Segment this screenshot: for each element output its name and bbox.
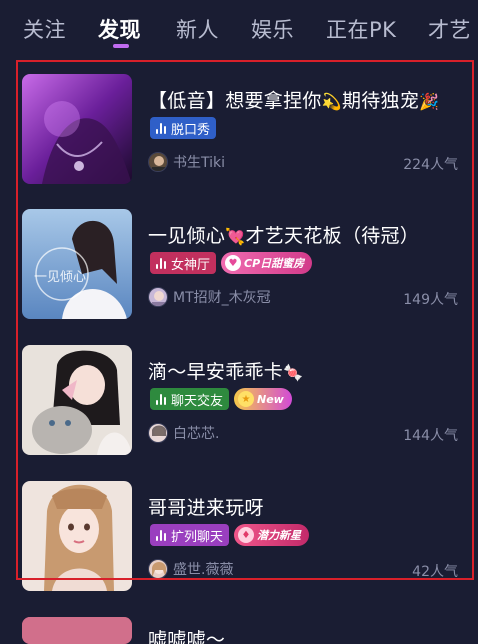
sound-bars-icon: [156, 529, 166, 541]
room-tags: 脱口秀: [150, 117, 217, 139]
category-tag: 脱口秀: [150, 117, 217, 139]
host-info: 盛世.薇薇: [148, 559, 233, 579]
room-title: 一见倾心💘才艺天花板（待冠）: [148, 225, 420, 247]
thumbnail-overlay-text: 一见倾心: [34, 270, 86, 285]
room-title: 滴～早安乖乖卡🍬: [148, 361, 304, 383]
room-badge: ♦ 潜力新星: [234, 524, 310, 546]
room-thumbnail: [22, 74, 132, 184]
category-tag: 聊天交友: [150, 388, 230, 410]
room-thumbnail: 一见倾心: [22, 209, 132, 319]
room-card[interactable]: 滴～早安乖乖卡🍬 聊天交友 ★ New 白芯芯. 144人气: [0, 345, 478, 465]
popularity-count: 42人气: [412, 564, 458, 580]
category-tag: 女神厅: [150, 252, 217, 274]
room-tags: 扩列聊天 ♦ 潜力新星: [150, 524, 310, 546]
avatar: [148, 287, 168, 307]
sound-bars-icon: [156, 257, 166, 269]
room-title: 哥哥进来玩呀: [148, 497, 264, 519]
room-thumbnail: [22, 345, 132, 455]
sound-bars-icon: [156, 122, 166, 134]
avatar: [148, 423, 168, 443]
room-card[interactable]: 一见倾心 一见倾心💘才艺天花板（待冠） 女神厅 ♥ CP日甜蜜房 MT招财_木灰…: [0, 209, 478, 329]
popularity-count: 224人气: [403, 157, 458, 173]
room-thumbnail: [22, 481, 132, 591]
host-info: 白芯芯.: [148, 423, 219, 443]
category-tag: 扩列聊天: [150, 524, 230, 546]
room-card[interactable]: 【低音】想要拿捏你💫期待独宠🎉 脱口秀 书生Tiki 224人气: [0, 74, 478, 194]
host-info: 书生Tiki: [148, 152, 225, 172]
avatar: [148, 152, 168, 172]
room-list: 【低音】想要拿捏你💫期待独宠🎉 脱口秀 书生Tiki 224人气 一见倾心 一见…: [0, 0, 478, 644]
star-icon: ★: [238, 391, 255, 407]
room-title: 【低音】想要拿捏你💫期待独宠🎉: [148, 90, 440, 112]
room-card[interactable]: 哥哥进来玩呀 扩列聊天 ♦ 潜力新星 盛世.薇薇 42人气: [0, 481, 478, 601]
avatar: [148, 559, 168, 579]
room-thumbnail: [22, 617, 132, 644]
popularity-count: 144人气: [403, 428, 458, 444]
heart-icon: ♥: [225, 255, 242, 271]
popularity-count: 149人气: [403, 292, 458, 308]
flame-icon: ♦: [238, 527, 255, 543]
host-info: MT招财_木灰冠: [148, 287, 271, 307]
room-tags: 女神厅 ♥ CP日甜蜜房: [150, 252, 313, 274]
room-badge: ★ New: [234, 388, 292, 410]
room-title: 嘘嘘嘘～: [148, 629, 226, 644]
room-tags: 聊天交友 ★ New: [150, 388, 292, 410]
room-card[interactable]: 嘘嘘嘘～: [0, 617, 478, 644]
room-badge: ♥ CP日甜蜜房: [221, 252, 313, 274]
sound-bars-icon: [156, 393, 166, 405]
